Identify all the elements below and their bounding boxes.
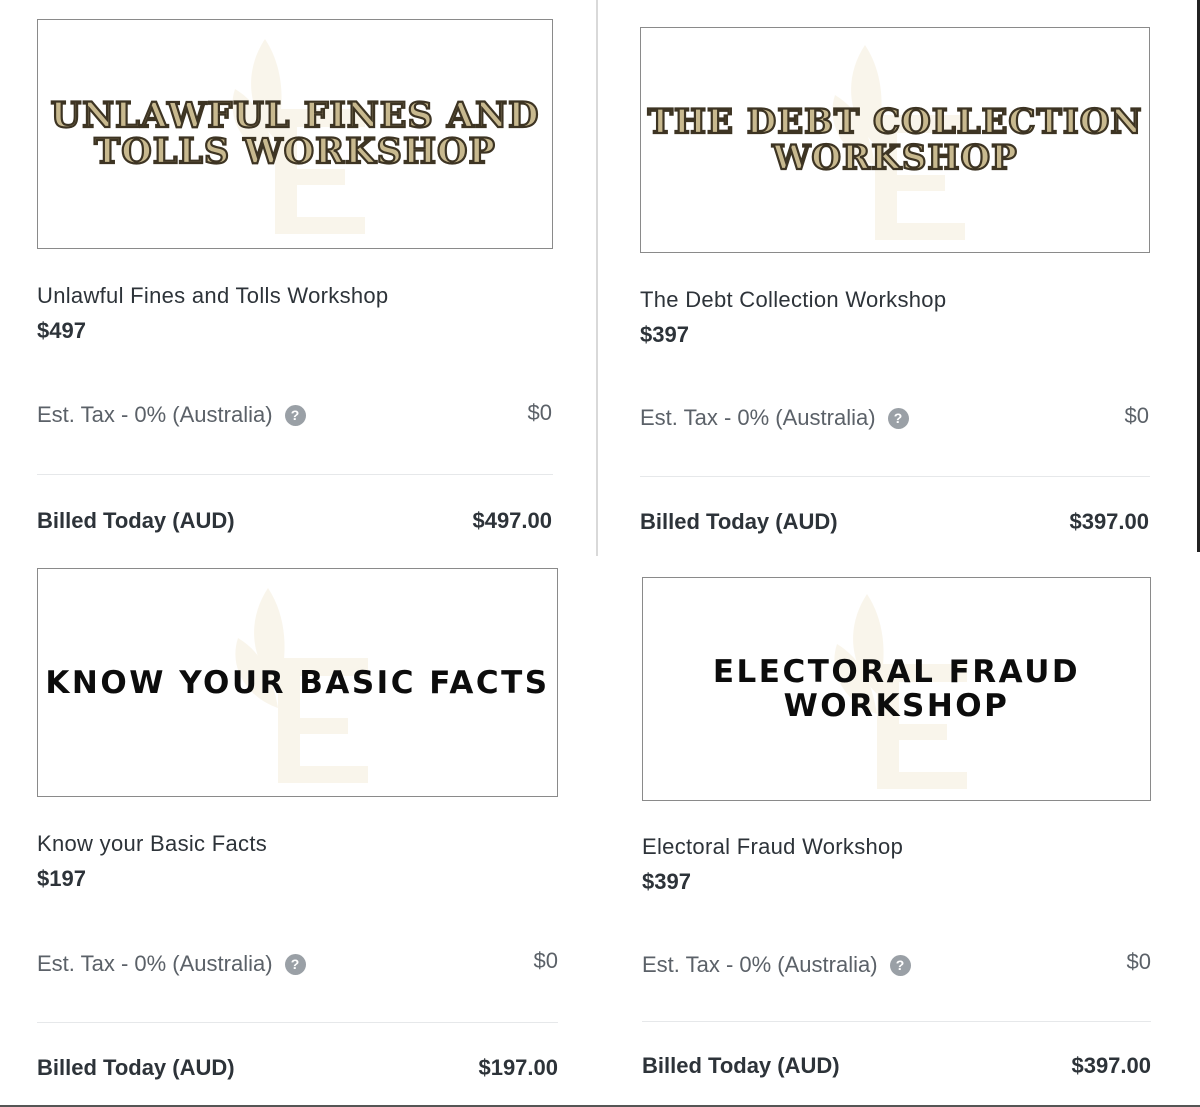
summary-divider: [640, 476, 1150, 477]
billed-today-value: $197.00: [478, 1055, 558, 1080]
tax-value: $0: [533, 948, 558, 973]
tax-label: Est. Tax - 0% (Australia): [37, 951, 273, 976]
question-circle-icon[interactable]: ?: [284, 953, 306, 975]
tax-row: Est. Tax - 0% (Australia) ?: [640, 405, 909, 431]
product-price: $397: [642, 869, 691, 894]
product-name: The Debt Collection Workshop: [640, 287, 947, 312]
banner-title: THE DEBT COLLECTION WORKSHOP: [646, 102, 1143, 178]
tax-label: Est. Tax - 0% (Australia): [37, 402, 273, 427]
banner-title: KNOW YOUR BASIC FACTS: [45, 666, 549, 700]
summary-divider: [642, 1021, 1151, 1022]
product-price: $397: [640, 322, 689, 347]
banner-title-line-1: KNOW YOUR BASIC FACTS: [45, 664, 550, 701]
product-price: $497: [37, 318, 86, 343]
banner-title-line-2: WORKSHOP: [771, 138, 1018, 178]
banner-title-line-1: UNLAWFUL FINES AND: [49, 95, 540, 136]
question-circle-icon[interactable]: ?: [889, 954, 911, 976]
product-price: $197: [37, 866, 86, 891]
tax-value: $0: [527, 400, 552, 425]
product-banner-image: THE DEBT COLLECTION WORKSHOP: [640, 27, 1150, 253]
banner-title-line-2: TOLLS WORKSHOP: [93, 131, 496, 172]
tax-row: Est. Tax - 0% (Australia) ?: [642, 952, 911, 978]
tax-value: $0: [1126, 949, 1151, 974]
order-summary-card: KNOW YOUR BASIC FACTS Know your Basic Fa…: [0, 556, 596, 1105]
tax-row: Est. Tax - 0% (Australia) ?: [37, 951, 306, 977]
order-summary-card: ELECTORAL FRAUD WORKSHOP Electoral Fraud…: [598, 556, 1200, 1105]
product-name: Electoral Fraud Workshop: [642, 834, 904, 859]
billed-today-label: Billed Today (AUD): [640, 509, 838, 534]
banner-title-line-2: WORKSHOP: [783, 688, 1010, 724]
product-banner-image: KNOW YOUR BASIC FACTS: [37, 568, 558, 797]
product-banner-image: UNLAWFUL FINES AND TOLLS WORKSHOP: [37, 19, 553, 249]
summary-divider: [37, 1022, 558, 1023]
product-banner-image: ELECTORAL FRAUD WORKSHOP: [642, 577, 1151, 801]
tax-value: $0: [1124, 403, 1149, 428]
banner-title-line-1: THE DEBT COLLECTION: [646, 102, 1143, 142]
product-name: Unlawful Fines and Tolls Workshop: [37, 283, 389, 308]
product-name: Know your Basic Facts: [37, 831, 268, 856]
banner-title-line-1: ELECTORAL FRAUD: [712, 654, 1081, 690]
order-summary-card: THE DEBT COLLECTION WORKSHOP The Debt Co…: [598, 0, 1197, 552]
tax-label: Est. Tax - 0% (Australia): [640, 405, 876, 430]
question-circle-icon[interactable]: ?: [284, 404, 306, 426]
summary-divider: [37, 474, 553, 475]
billed-today-value: $397.00: [1071, 1053, 1151, 1078]
tax-label: Est. Tax - 0% (Australia): [642, 952, 878, 977]
billed-today-value: $397.00: [1069, 509, 1149, 534]
banner-title: UNLAWFUL FINES AND TOLLS WORKSHOP: [49, 95, 540, 172]
banner-title: ELECTORAL FRAUD WORKSHOP: [713, 655, 1080, 723]
billed-today-label: Billed Today (AUD): [37, 1055, 235, 1080]
order-summary-card: UNLAWFUL FINES AND TOLLS WORKSHOP Unlawf…: [0, 0, 596, 556]
billed-today-value: $497.00: [472, 508, 552, 533]
billed-today-label: Billed Today (AUD): [37, 508, 235, 533]
billed-today-label: Billed Today (AUD): [642, 1053, 840, 1078]
question-circle-icon[interactable]: ?: [887, 407, 909, 429]
tax-row: Est. Tax - 0% (Australia) ?: [37, 402, 306, 428]
